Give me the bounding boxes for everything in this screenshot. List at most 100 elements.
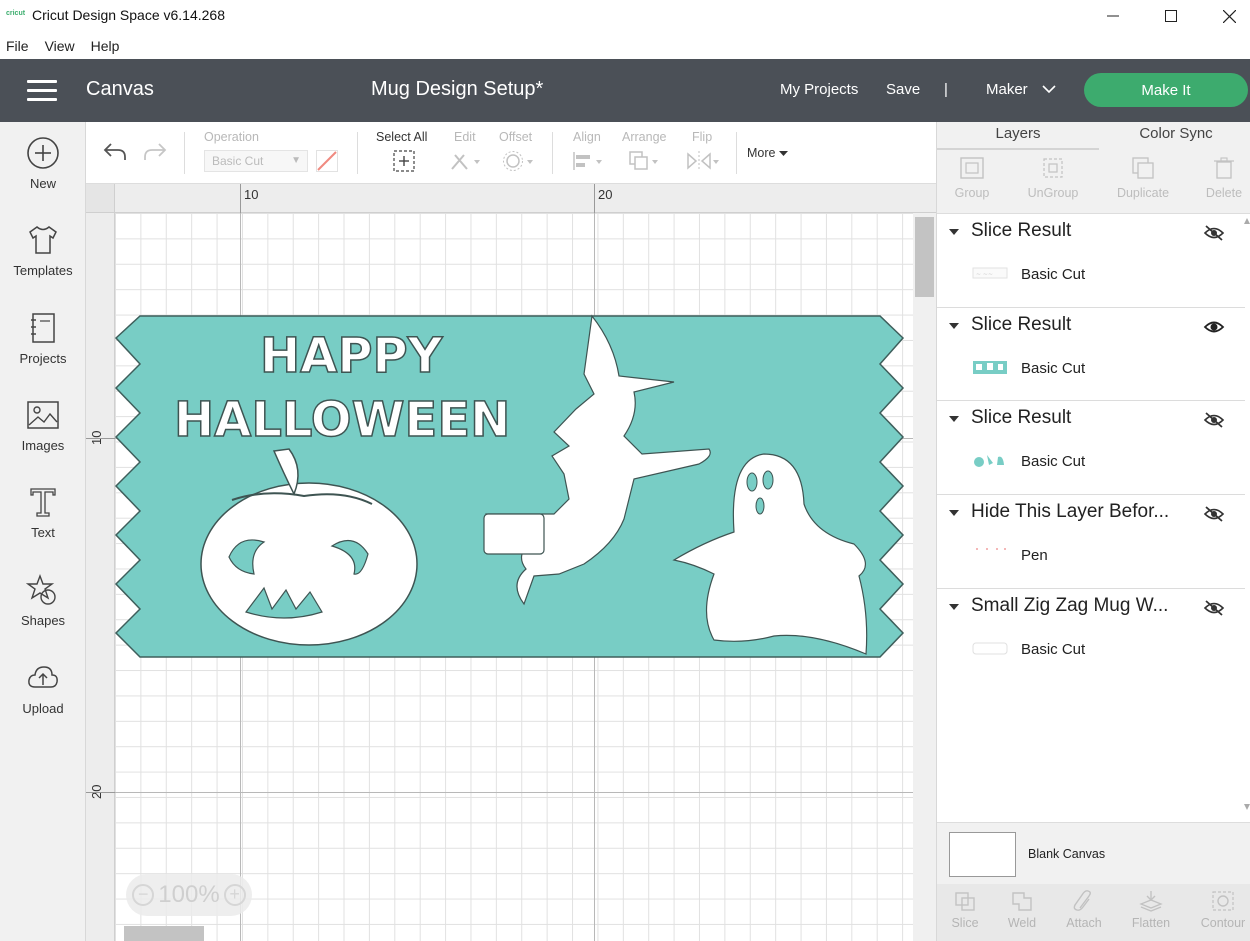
collapse-caret-icon[interactable]	[949, 510, 959, 516]
eye-hidden-icon[interactable]	[1203, 411, 1225, 429]
flip-icon[interactable]	[686, 150, 720, 172]
collapse-caret-icon[interactable]	[949, 604, 959, 610]
operation-label: Operation	[204, 130, 259, 144]
delete-button[interactable]: Delete	[1189, 156, 1250, 200]
app-header: Canvas Mug Design Setup* My Projects Sav…	[0, 59, 1250, 122]
arrange-icon[interactable]	[628, 150, 662, 172]
eye-hidden-icon[interactable]	[1203, 505, 1225, 523]
layer-item[interactable]: Slice Result Basic Cut	[937, 401, 1245, 495]
weld-icon	[1012, 892, 1032, 911]
edit-icon[interactable]	[449, 150, 483, 172]
align-icon[interactable]	[572, 150, 606, 172]
sidebar-item-new[interactable]: New	[0, 136, 86, 191]
undo-icon[interactable]	[102, 140, 128, 162]
collapse-caret-icon[interactable]	[949, 229, 959, 235]
sidebar-item-upload[interactable]: Upload	[0, 661, 86, 716]
redo-icon[interactable]	[142, 140, 168, 162]
layer-item[interactable]: Hide This Layer Befor... Pen	[937, 495, 1245, 589]
collapse-caret-icon[interactable]	[949, 416, 959, 422]
align-label: Align	[573, 130, 601, 144]
title-bar: cricut Cricut Design Space v6.14.268	[0, 0, 1250, 32]
layer-operation: Basic Cut	[1021, 641, 1086, 658]
operation-select[interactable]: Basic Cut ▼	[204, 150, 308, 172]
layer-item[interactable]: Small Zig Zag Mug W... Basic Cut	[937, 589, 1245, 683]
layer-title: Small Zig Zag Mug W...	[971, 595, 1169, 616]
duplicate-button[interactable]: Duplicate	[1108, 156, 1178, 200]
color-swatch-icon[interactable]	[316, 150, 338, 172]
more-button[interactable]: More	[747, 146, 775, 160]
arrange-label: Arrange	[622, 130, 667, 144]
collapse-caret-icon[interactable]	[949, 323, 959, 329]
mug-wrap-design[interactable]: HAPPY HALLOWEEN	[114, 314, 906, 660]
sidebar-item-text[interactable]: Text	[0, 485, 86, 540]
group-button[interactable]: Group	[937, 156, 1007, 200]
contour-button[interactable]: Contour	[1193, 890, 1250, 930]
zoom-in-button[interactable]: +	[223, 884, 246, 906]
hamburger-menu-icon[interactable]	[27, 80, 57, 101]
sidebar-item-images[interactable]: Images	[0, 398, 86, 453]
ungroup-button[interactable]: UnGroup	[1018, 156, 1088, 200]
sidebar-item-templates[interactable]: Templates	[0, 223, 86, 278]
layer-operation: Pen	[1021, 547, 1048, 564]
attach-button[interactable]: Attach	[1054, 890, 1114, 930]
menu-file[interactable]: File	[6, 38, 29, 54]
paperclip-icon	[1073, 890, 1091, 911]
chevron-down-icon[interactable]	[1042, 85, 1056, 94]
select-all-icon[interactable]	[393, 150, 415, 172]
eye-visible-icon[interactable]	[1203, 318, 1225, 336]
flatten-button[interactable]: Flatten	[1121, 890, 1181, 930]
layer-item[interactable]: Slice Result ~ ~~ Basic Cut	[937, 214, 1245, 308]
ruler-tick-label: 20	[598, 187, 613, 202]
machine-select[interactable]: Maker	[986, 81, 1028, 98]
my-projects-link[interactable]: My Projects	[780, 81, 858, 98]
layer-thumbnail	[973, 361, 1007, 374]
contour-icon	[1212, 891, 1234, 911]
flip-label: Flip	[692, 130, 713, 144]
tab-layers[interactable]: Layers	[937, 125, 1099, 142]
canvas-color-swatch[interactable]	[949, 832, 1016, 877]
make-it-button[interactable]: Make It	[1084, 73, 1248, 107]
canvas-horizontal-scrollbar[interactable]	[124, 926, 204, 941]
eye-hidden-icon[interactable]	[1203, 224, 1225, 242]
horizontal-ruler: 10 20	[86, 184, 936, 213]
toolbar-divider	[552, 132, 553, 174]
layer-thumbnail	[976, 548, 1006, 550]
toolbar-divider	[736, 132, 737, 174]
plus-circle-icon	[27, 137, 59, 169]
window-title: Cricut Design Space v6.14.268	[32, 7, 225, 23]
design-text-line2: HALLOWEEN	[174, 392, 510, 448]
toolbar-divider	[184, 132, 185, 174]
design-canvas[interactable]: 10 20 10 20 HAPPY HALLOWEEN − 100% +	[86, 184, 936, 941]
layer-item[interactable]: Slice Result Basic Cut	[937, 308, 1245, 401]
project-title[interactable]: Mug Design Setup*	[371, 78, 543, 101]
operation-value: Basic Cut	[212, 154, 264, 168]
flatten-icon	[1139, 891, 1163, 912]
slice-icon	[955, 892, 975, 911]
zoom-control: − 100% +	[126, 874, 252, 916]
offset-icon[interactable]	[502, 150, 536, 172]
toolbar-divider	[357, 132, 358, 174]
layers-scrollbar[interactable]	[1243, 214, 1250, 814]
zoom-out-button[interactable]: −	[132, 884, 155, 906]
layer-title: Slice Result	[971, 314, 1072, 335]
blank-canvas-row[interactable]: Blank Canvas	[937, 822, 1250, 884]
sidebar-item-projects[interactable]: Projects	[0, 311, 86, 366]
slice-button[interactable]: Slice	[935, 890, 995, 930]
eye-hidden-icon[interactable]	[1203, 599, 1225, 617]
layer-operation: Basic Cut	[1021, 266, 1086, 283]
layer-title: Slice Result	[971, 220, 1072, 241]
section-title: Canvas	[86, 78, 154, 100]
weld-button[interactable]: Weld	[992, 890, 1052, 930]
canvas-vertical-scrollbar[interactable]	[913, 213, 936, 941]
sidebar-item-shapes[interactable]: Shapes	[0, 573, 86, 628]
save-link[interactable]: Save	[886, 81, 920, 98]
tshirt-icon	[29, 226, 57, 254]
close-button[interactable]	[1200, 0, 1250, 32]
scrollbar-thumb[interactable]	[915, 217, 934, 297]
menu-view[interactable]: View	[45, 38, 75, 54]
maximize-button[interactable]	[1142, 0, 1200, 32]
minimize-button[interactable]	[1084, 0, 1142, 32]
layer-tools: Group UnGroup Duplicate Delete	[937, 150, 1250, 214]
tab-color-sync[interactable]: Color Sync	[1101, 125, 1250, 142]
menu-help[interactable]: Help	[91, 38, 120, 54]
